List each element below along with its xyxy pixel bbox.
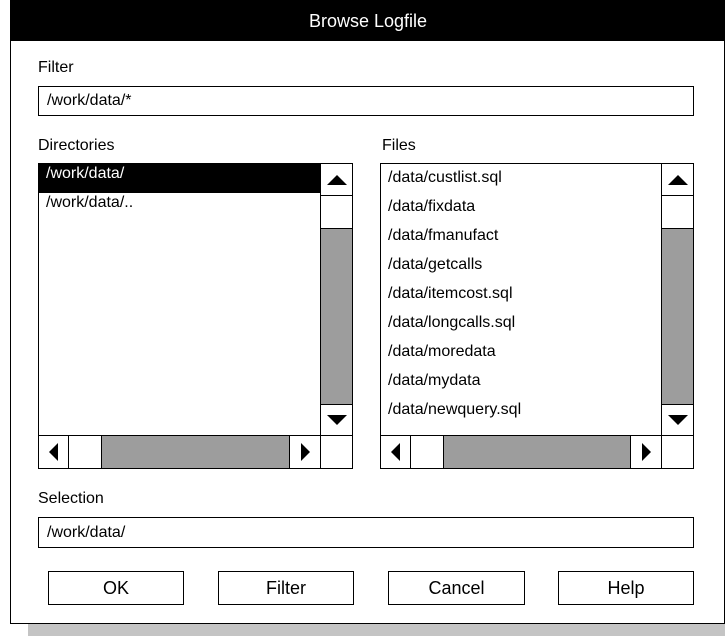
scroll-thumb[interactable]	[320, 195, 353, 229]
files-vertical-scrollbar[interactable]	[661, 163, 694, 436]
scroll-thumb[interactable]	[68, 435, 102, 469]
arrow-up-icon	[667, 174, 688, 185]
list-item[interactable]: /data/getcalls	[381, 255, 661, 284]
scroll-track[interactable]	[321, 229, 352, 405]
filter-button-label: Filter	[266, 577, 306, 598]
arrow-right-icon	[300, 443, 310, 461]
scroll-right-button[interactable]	[630, 436, 661, 468]
arrow-down-icon	[667, 415, 688, 425]
scroll-right-button[interactable]	[289, 436, 320, 468]
list-item[interactable]: /data/longcalls.sql	[381, 313, 661, 342]
filter-input[interactable]: /work/data/*	[38, 86, 694, 116]
files-horizontal-scrollbar[interactable]	[380, 435, 662, 469]
scroll-down-button[interactable]	[321, 404, 352, 435]
cancel-button[interactable]: Cancel	[388, 571, 525, 605]
directories-list[interactable]: /work/data//work/data/..	[38, 163, 321, 436]
scroll-thumb[interactable]	[410, 435, 444, 469]
ok-button[interactable]: OK	[48, 571, 184, 605]
files-label: Files	[382, 137, 416, 154]
scrollbar-corner	[320, 435, 353, 469]
list-item[interactable]: /data/itemcost.sql	[381, 284, 661, 313]
cancel-button-label: Cancel	[428, 577, 485, 598]
arrow-right-icon	[641, 443, 651, 461]
directories-label: Directories	[38, 137, 115, 154]
list-item[interactable]: /work/data/	[39, 164, 320, 193]
scroll-up-button[interactable]	[321, 164, 352, 196]
scroll-track[interactable]	[662, 229, 693, 405]
arrow-left-icon	[49, 443, 58, 461]
scroll-left-button[interactable]	[39, 436, 69, 468]
list-item[interactable]: /work/data/..	[39, 193, 320, 222]
help-button-label: Help	[607, 577, 645, 598]
selection-input[interactable]: /work/data/	[38, 517, 694, 548]
list-item[interactable]: /data/fixdata	[381, 197, 661, 226]
scrollbar-corner	[661, 435, 694, 469]
scroll-up-button[interactable]	[662, 164, 693, 196]
list-item[interactable]: /data/newquery.sql	[381, 400, 661, 429]
dialog-shadow	[28, 624, 725, 636]
dialog-title: Browse Logfile	[308, 10, 428, 31]
selection-label: Selection	[38, 490, 104, 507]
directories-vertical-scrollbar[interactable]	[320, 163, 353, 436]
list-item[interactable]: /data/mydata	[381, 371, 661, 400]
filter-label: Filter	[38, 59, 74, 76]
directories-horizontal-scrollbar[interactable]	[38, 435, 321, 469]
files-list[interactable]: /data/custlist.sql/data/fixdata/data/fma…	[380, 163, 662, 436]
scroll-thumb[interactable]	[661, 195, 694, 229]
arrow-left-icon	[391, 443, 400, 461]
ok-button-label: OK	[102, 577, 129, 598]
scroll-track[interactable]	[444, 436, 631, 468]
list-item[interactable]: /data/custlist.sql	[381, 168, 661, 197]
filter-button[interactable]: Filter	[218, 571, 354, 605]
arrow-down-icon	[326, 415, 347, 425]
scroll-down-button[interactable]	[662, 404, 693, 435]
selection-input-value: /work/data/	[47, 523, 126, 541]
scroll-left-button[interactable]	[381, 436, 411, 468]
list-item[interactable]: /data/moredata	[381, 342, 661, 371]
arrow-up-icon	[326, 174, 347, 185]
filter-input-value: /work/data/*	[47, 92, 132, 109]
help-button[interactable]: Help	[558, 571, 694, 605]
scroll-track[interactable]	[102, 436, 289, 468]
dialog-title-bar[interactable]: Browse Logfile	[11, 1, 725, 41]
list-item[interactable]: /data/fmanufact	[381, 226, 661, 255]
